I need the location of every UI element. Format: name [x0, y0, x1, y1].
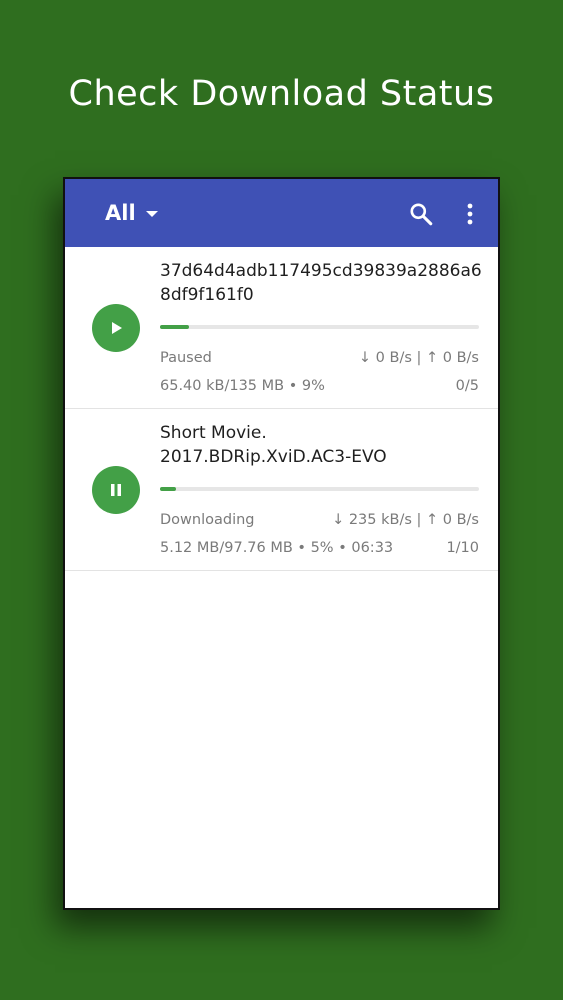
- search-icon[interactable]: [408, 201, 434, 227]
- status-row: Paused ↓ 0 B/s | ↑ 0 B/s: [160, 350, 479, 366]
- status-text: Paused: [160, 350, 212, 366]
- progress-bar: [160, 487, 479, 491]
- files-count: 0/5: [455, 378, 479, 394]
- phone-screen: All 37d64d4adb117495cd39839a2886a68df9f1…: [63, 177, 500, 910]
- filter-label: All: [105, 201, 136, 225]
- status-text: Downloading: [160, 512, 255, 528]
- size-row: 5.12 MB/97.76 MB • 5% • 06:33 1/10: [160, 540, 479, 556]
- size-text: 5.12 MB/97.76 MB • 5% • 06:33: [160, 540, 394, 556]
- pause-button[interactable]: [92, 466, 140, 514]
- speed-text: ↓ 235 kB/s | ↑ 0 B/s: [332, 512, 479, 528]
- page-headline: Check Download Status: [68, 74, 495, 114]
- speed-text: ↓ 0 B/s | ↑ 0 B/s: [358, 350, 479, 366]
- progress-bar: [160, 325, 479, 329]
- download-item[interactable]: Short Movie. 2017.BDRip.XviD.AC3-EVO Dow…: [65, 409, 498, 571]
- progress-fill: [160, 325, 189, 329]
- pause-icon: [111, 484, 121, 496]
- filter-dropdown[interactable]: All: [105, 201, 158, 225]
- files-count: 1/10: [446, 540, 479, 556]
- app-bar: All: [65, 179, 498, 247]
- resume-button[interactable]: [92, 304, 140, 352]
- size-row: 65.40 kB/135 MB • 9% 0/5: [160, 378, 479, 394]
- download-name: 37d64d4adb117495cd39839a2886a68df9f161f0: [160, 261, 482, 305]
- size-text: 65.40 kB/135 MB • 9%: [160, 378, 325, 394]
- progress-fill: [160, 487, 176, 491]
- dropdown-arrow-icon: [145, 211, 158, 217]
- status-row: Downloading ↓ 235 kB/s | ↑ 0 B/s: [160, 512, 479, 528]
- play-icon: [112, 322, 122, 334]
- more-vert-icon[interactable]: [463, 201, 477, 227]
- download-item[interactable]: 37d64d4adb117495cd39839a2886a68df9f161f0…: [65, 247, 498, 409]
- download-name: Short Movie. 2017.BDRip.XviD.AC3-EVO: [160, 423, 387, 467]
